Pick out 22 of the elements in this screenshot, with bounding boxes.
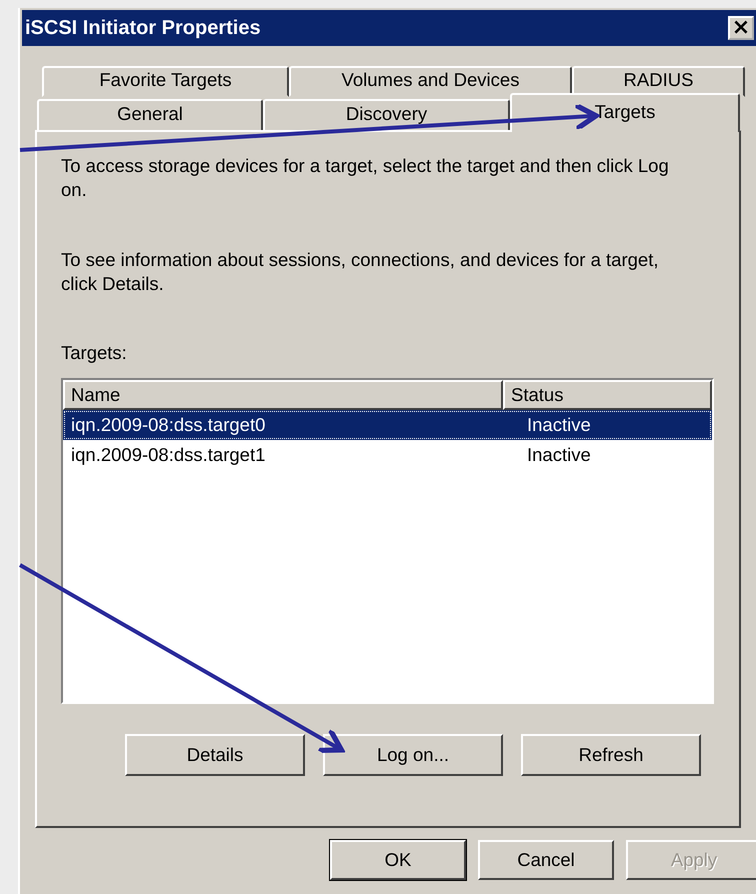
- table-row[interactable]: iqn.2009-08:dss.target1 Inactive: [63, 440, 712, 470]
- instruction-text: To see information about sessions, connections, and devices for a target, click Details.: [61, 248, 660, 296]
- targets-label: Targets:: [61, 342, 128, 364]
- dialog-button[interactable]: OK: [330, 840, 466, 880]
- tab[interactable]: General: [37, 99, 263, 132]
- panel-button[interactable]: Refresh: [521, 734, 701, 776]
- window-title: iSCSI Initiator Properties: [25, 16, 261, 40]
- instruction-text: To access storage devices for a target, select the target and then click Log on.: [61, 154, 670, 202]
- column-header[interactable]: Status: [503, 380, 712, 410]
- panel-button[interactable]: Details: [125, 734, 305, 776]
- table-row[interactable]: iqn.2009-08:dss.target0 Inactive: [63, 410, 712, 440]
- dialog-button[interactable]: Cancel: [478, 840, 614, 880]
- target-name: iqn.2009-08:dss.target1: [70, 444, 266, 466]
- column-header[interactable]: Name: [63, 380, 503, 410]
- close-button[interactable]: ×: [728, 16, 754, 40]
- target-status: Inactive: [526, 444, 592, 466]
- target-name: iqn.2009-08:dss.target0: [70, 414, 266, 436]
- tab[interactable]: Volumes and Devices: [289, 66, 572, 97]
- tab[interactable]: Targets: [510, 93, 740, 132]
- tab[interactable]: Favorite Targets: [42, 66, 289, 97]
- target-status: Inactive: [526, 414, 592, 436]
- panel-button[interactable]: Log on...: [323, 734, 503, 776]
